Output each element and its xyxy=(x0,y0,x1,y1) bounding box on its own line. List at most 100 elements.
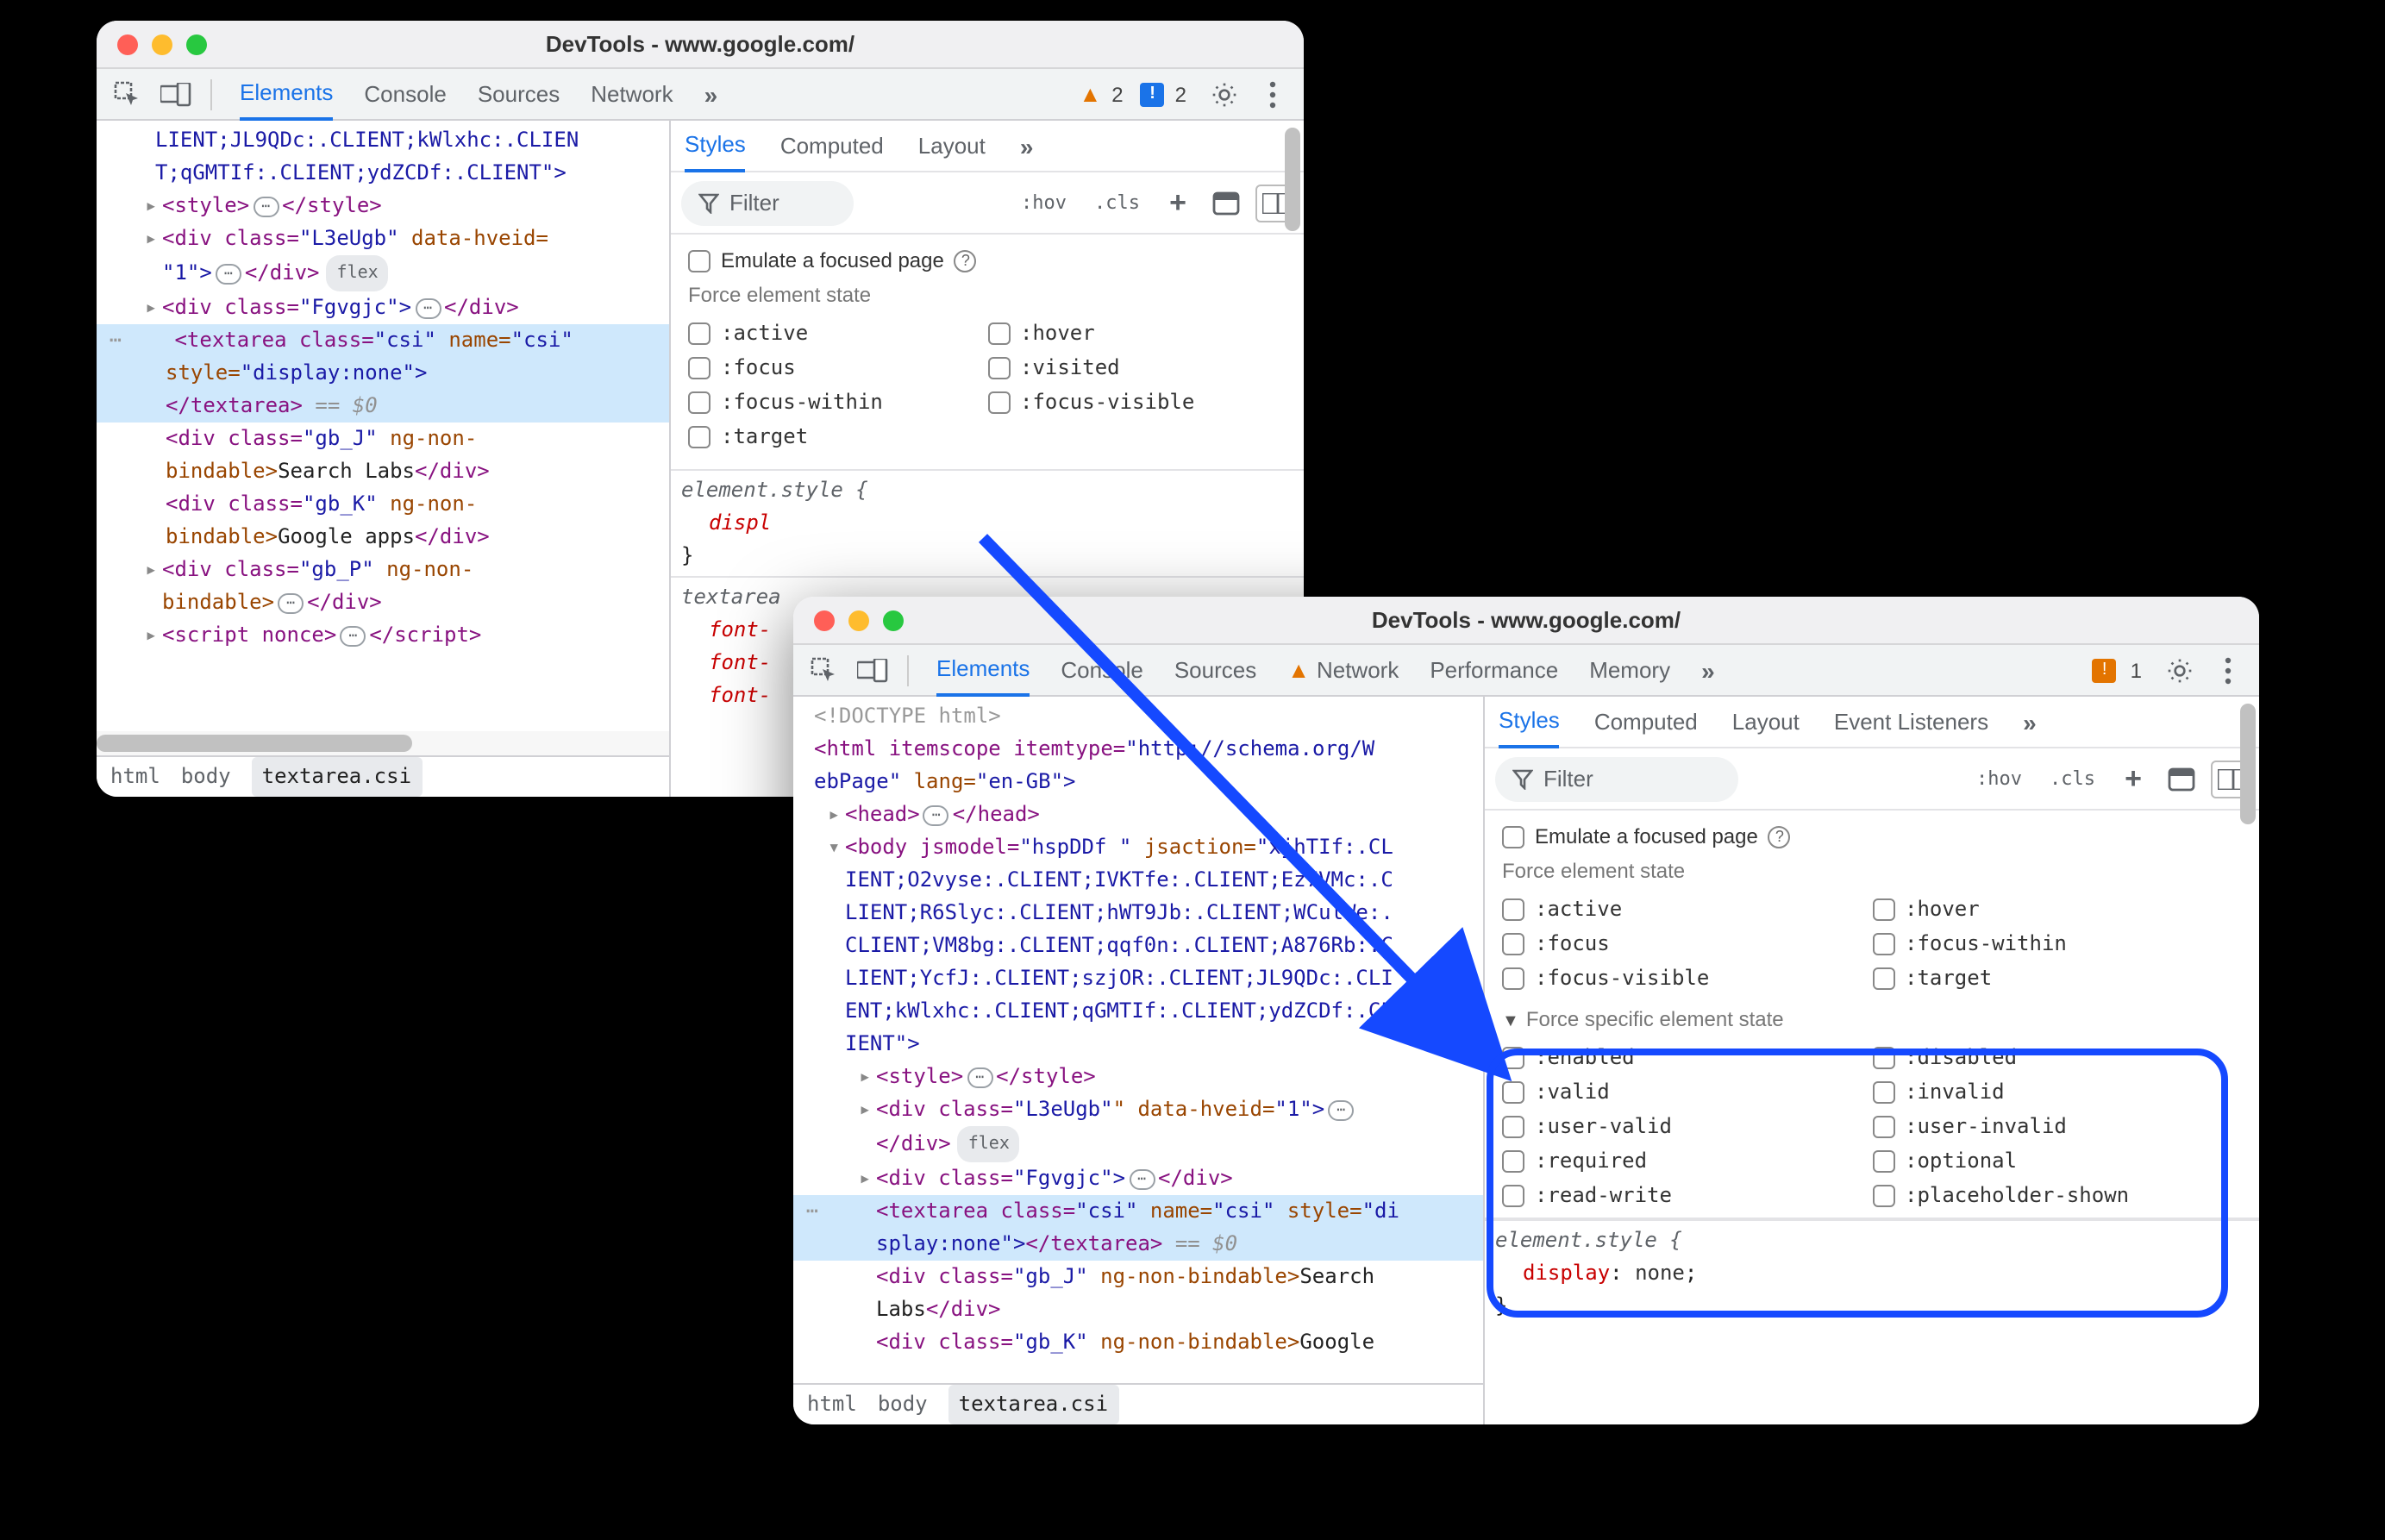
breadcrumb-body[interactable]: body xyxy=(181,761,231,793)
more-tabs-icon[interactable]: » xyxy=(704,80,718,108)
gear-icon[interactable] xyxy=(2159,649,2200,691)
warning-icon[interactable]: ▲ xyxy=(1080,81,1102,107)
selected-node[interactable]: ⋯ <textarea class="csi" name="csi" xyxy=(97,324,669,357)
kebab-icon[interactable] xyxy=(2207,649,2249,691)
panel-tabbar: Elements Console Sources ▲Network Perfor… xyxy=(793,645,2259,697)
cb-target[interactable] xyxy=(1872,967,1894,989)
filter-input[interactable]: Filter xyxy=(681,180,854,225)
elements-tree[interactable]: <!DOCTYPE html> <html itemscope itemtype… xyxy=(793,697,1483,1424)
cb-hover[interactable] xyxy=(1872,898,1894,920)
stab-layout[interactable]: Layout xyxy=(1732,697,1800,748)
cb-focus[interactable] xyxy=(688,356,710,379)
collapsed-icon[interactable]: ⋯ xyxy=(967,1067,992,1087)
computed-toggle-icon[interactable] xyxy=(2163,760,2200,798)
computed-toggle-icon[interactable] xyxy=(1207,184,1245,222)
stab-styles[interactable]: Styles xyxy=(1499,697,1560,748)
tab-network[interactable]: ▲Network xyxy=(1287,644,1399,696)
tab-memory[interactable]: Memory xyxy=(1589,644,1670,696)
help-icon[interactable]: ? xyxy=(1768,825,1791,848)
states-panel: Emulate a focused page ? Force element s… xyxy=(671,235,1304,471)
tab-performance[interactable]: Performance xyxy=(1430,644,1558,696)
emulate-focus-label: Emulate a focused page xyxy=(1535,824,1758,848)
issue-icon[interactable]: ! xyxy=(1141,82,1165,106)
tab-sources[interactable]: Sources xyxy=(1174,644,1256,696)
tab-console[interactable]: Console xyxy=(364,68,446,120)
filter-placeholder: Filter xyxy=(1543,766,1593,792)
collapsed-icon[interactable]: ⋯ xyxy=(415,297,441,318)
checkbox-emulate-focus[interactable] xyxy=(1502,825,1524,848)
more-tabs-icon[interactable]: » xyxy=(1701,656,1715,684)
gear-icon[interactable] xyxy=(1204,73,1245,115)
breadcrumb-textarea[interactable]: textarea.csi xyxy=(252,757,422,797)
cb-focus-within[interactable] xyxy=(688,391,710,413)
force-state-label: Force element state xyxy=(688,283,1286,307)
tab-network[interactable]: Network xyxy=(591,68,673,120)
tab-elements[interactable]: Elements xyxy=(240,68,333,120)
filter-input[interactable]: Filter xyxy=(1495,756,1738,801)
titlebar: DevTools - www.google.com/ xyxy=(97,21,1304,69)
stab-layout[interactable]: Layout xyxy=(918,121,986,172)
tab-console[interactable]: Console xyxy=(1061,644,1142,696)
collapsed-icon[interactable]: ⋯ xyxy=(278,592,304,613)
help-icon[interactable]: ? xyxy=(955,249,977,272)
cb-active[interactable] xyxy=(688,322,710,344)
inspect-icon[interactable] xyxy=(804,649,845,691)
stab-computed[interactable]: Computed xyxy=(780,121,884,172)
cb-focus-visible[interactable] xyxy=(987,391,1010,413)
cb-active[interactable] xyxy=(1502,898,1524,920)
collapsed-icon[interactable]: ⋯ xyxy=(923,804,949,825)
collapsed-icon[interactable]: ⋯ xyxy=(1129,1168,1155,1189)
breadcrumb-textarea[interactable]: textarea.csi xyxy=(948,1385,1118,1424)
checkbox-emulate-focus[interactable] xyxy=(688,249,710,272)
breadcrumb-html[interactable]: html xyxy=(110,761,160,793)
breadcrumb-html[interactable]: html xyxy=(807,1388,857,1421)
issue-icon[interactable]: ! xyxy=(2093,658,2117,682)
hov-toggle[interactable]: :hov xyxy=(1968,762,2031,795)
tab-elements[interactable]: Elements xyxy=(936,644,1030,696)
warning-count: 2 xyxy=(1111,82,1123,106)
stab-computed[interactable]: Computed xyxy=(1594,697,1698,748)
device-toggle-icon[interactable] xyxy=(852,649,893,691)
selected-node[interactable]: ⋯<textarea class="csi" name="csi" style=… xyxy=(793,1195,1483,1228)
cb-focus[interactable] xyxy=(1502,932,1524,955)
breadcrumb: html body textarea.csi xyxy=(97,755,669,797)
cb-focus-within[interactable] xyxy=(1872,932,1894,955)
elements-tree[interactable]: LIENT;JL9QDc:.CLIENT;kWlxhc:.CLIEN T;qGM… xyxy=(97,121,669,797)
cls-toggle[interactable]: .cls xyxy=(1086,186,1149,219)
filter-placeholder: Filter xyxy=(729,190,779,216)
collapsed-icon[interactable]: ⋯ xyxy=(253,196,279,216)
tab-sources[interactable]: Sources xyxy=(478,68,560,120)
new-rule-icon[interactable]: + xyxy=(2114,760,2152,798)
breadcrumb-body[interactable]: body xyxy=(878,1388,928,1421)
cls-toggle[interactable]: .cls xyxy=(2041,762,2104,795)
issue-count: 2 xyxy=(1175,82,1186,106)
scrollbar-h[interactable] xyxy=(97,731,669,755)
stab-styles[interactable]: Styles xyxy=(685,121,746,172)
cb-hover[interactable] xyxy=(987,322,1010,344)
collapsed-icon[interactable]: ⋯ xyxy=(1328,1099,1354,1120)
emulate-focus-label: Emulate a focused page xyxy=(721,248,944,272)
kebab-icon[interactable] xyxy=(1252,73,1293,115)
element-style-block[interactable]: element.style { displ } xyxy=(671,471,1304,578)
inspect-icon[interactable] xyxy=(107,73,148,115)
force-state-label: Force element state xyxy=(1502,859,2242,883)
flex-badge[interactable]: flex xyxy=(958,1126,1020,1162)
force-specific-label[interactable]: ▼Force specific element state xyxy=(1502,1007,2242,1031)
window-title: DevTools - www.google.com/ xyxy=(793,607,2259,633)
window-title: DevTools - www.google.com/ xyxy=(97,31,1304,57)
more-stabs-icon[interactable]: » xyxy=(2023,708,2037,736)
device-toggle-icon[interactable] xyxy=(155,73,197,115)
scrollbar-v[interactable] xyxy=(2237,697,2259,1424)
collapsed-icon[interactable]: ⋯ xyxy=(340,625,366,646)
issue-count: 1 xyxy=(2131,658,2142,682)
more-stabs-icon[interactable]: » xyxy=(1020,132,1034,160)
hov-toggle[interactable]: :hov xyxy=(1012,186,1075,219)
stab-event-listeners[interactable]: Event Listeners xyxy=(1834,697,1988,748)
cb-target[interactable] xyxy=(688,425,710,448)
cb-focus-visible[interactable] xyxy=(1502,967,1524,989)
new-rule-icon[interactable]: + xyxy=(1159,184,1197,222)
collapsed-icon[interactable]: ⋯ xyxy=(216,263,241,284)
callout-highlight xyxy=(1487,1049,2228,1318)
cb-visited[interactable] xyxy=(987,356,1010,379)
flex-badge[interactable]: flex xyxy=(327,255,389,291)
